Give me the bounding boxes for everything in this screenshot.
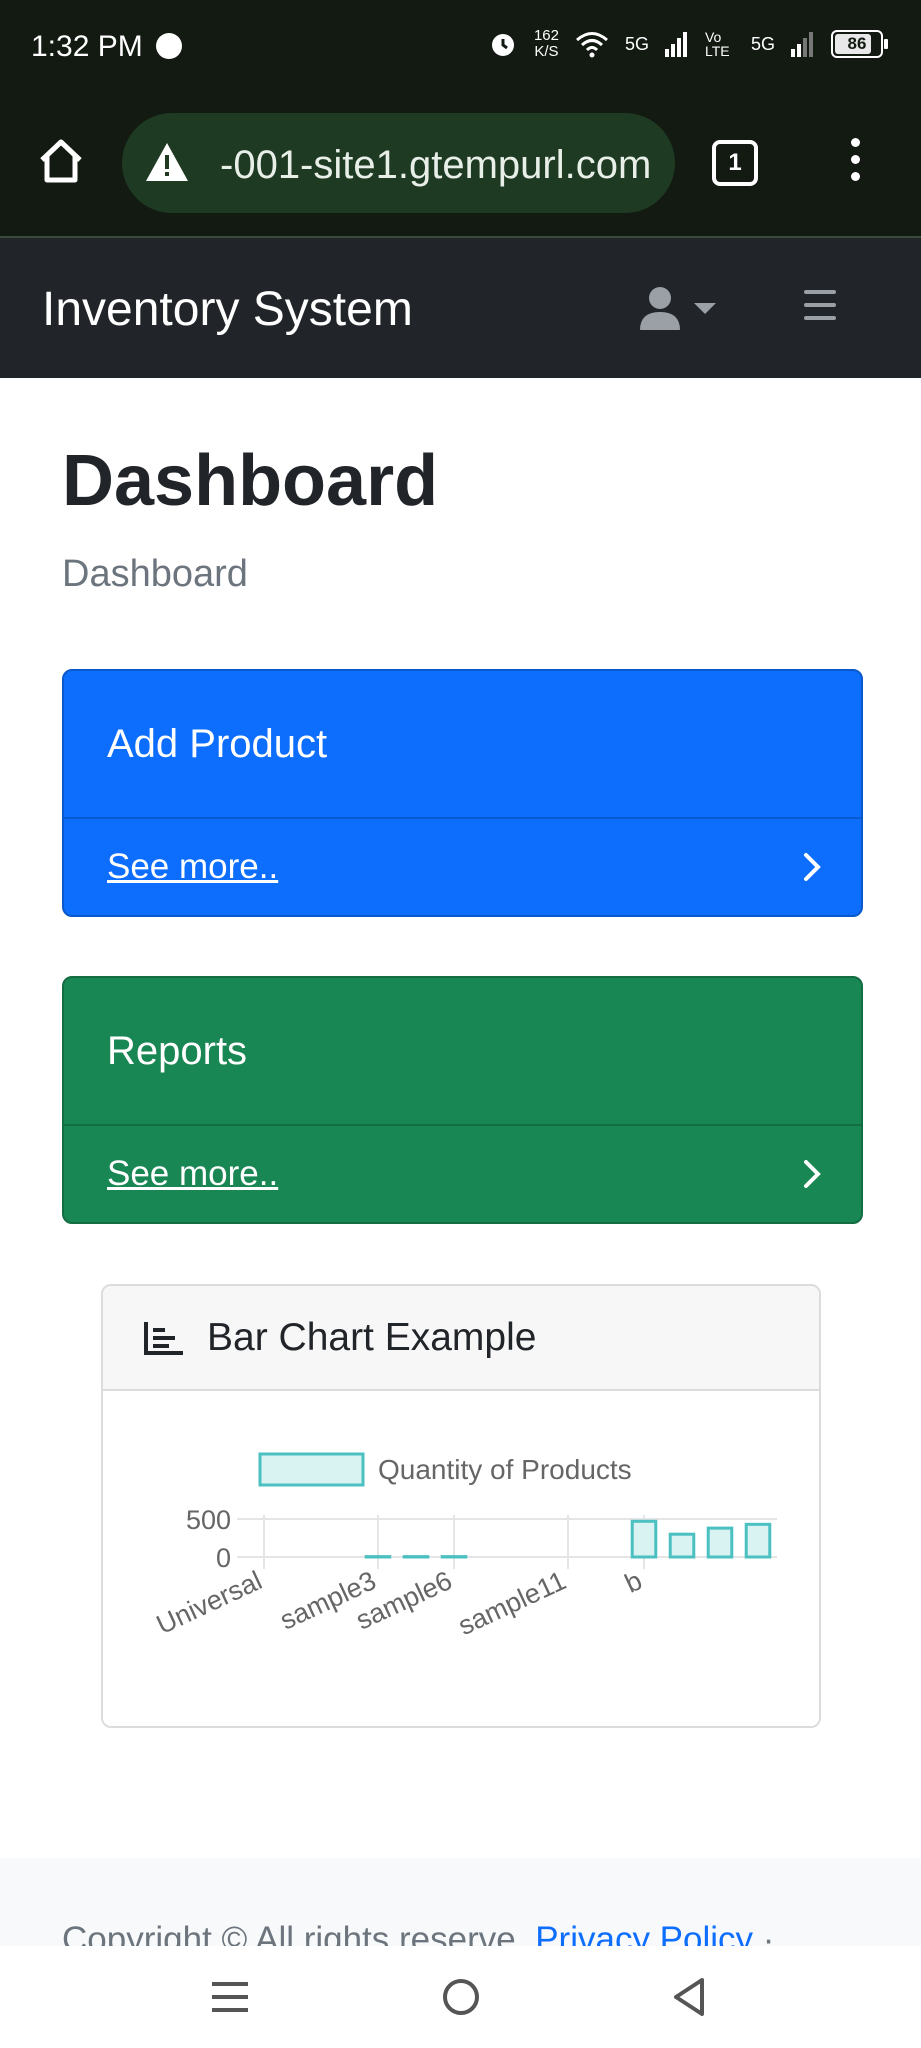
chevron-right-icon[interactable] — [803, 852, 821, 882]
caret-down-icon — [694, 302, 716, 314]
chart-card-header: Bar Chart Example — [103, 1286, 819, 1391]
sim2-label: 5G — [750, 33, 775, 54]
net-speed: 162 K/S — [533, 27, 559, 60]
legend-swatch — [258, 1452, 365, 1487]
y-tick-label: 0 — [216, 1543, 231, 1573]
bar — [744, 1522, 772, 1559]
recent-apps-icon[interactable] — [212, 1980, 248, 2014]
chart-area: Quantity of Products 0 500 Universal sample3… — [103, 1391, 819, 1726]
x-tick-label: b — [620, 1565, 646, 1599]
alarm-icon — [491, 34, 514, 56]
back-triangle-icon[interactable] — [672, 1977, 706, 2017]
chevron-right-icon[interactable] — [803, 1159, 821, 1189]
signal2-icon — [791, 32, 813, 57]
user-menu-toggle[interactable] — [640, 286, 716, 330]
bar-chart: Quantity of Products0500Universal sample3… — [152, 1452, 777, 1641]
card-title: Add Product — [107, 721, 328, 766]
home-icon[interactable] — [36, 136, 86, 186]
more-options-icon[interactable] — [851, 138, 860, 189]
user-icon — [640, 287, 680, 330]
card-footer: See more.. — [64, 817, 861, 915]
page-title: Dashboard — [62, 441, 439, 521]
system-navigation-bar — [0, 1946, 921, 2048]
wifi-icon — [575, 32, 608, 58]
card-footer: See more.. — [64, 1124, 861, 1222]
see-more-link[interactable]: See more.. — [107, 847, 278, 887]
browser-toolbar: -001-site1.gtempurl.com 1 — [0, 96, 921, 236]
signal-icon — [664, 32, 687, 57]
home-circle-icon[interactable] — [442, 1978, 480, 2016]
add-product-card: Add Product See more.. — [62, 669, 863, 917]
see-more-link[interactable]: See more.. — [107, 1154, 278, 1194]
reports-card: Reports See more.. — [62, 976, 863, 1224]
address-bar[interactable]: -001-site1.gtempurl.com — [122, 113, 675, 213]
sim1-label: 5G — [624, 33, 649, 54]
chart-card-title: Bar Chart Example — [207, 1315, 537, 1359]
bar — [706, 1526, 734, 1559]
app-navbar: Inventory System — [0, 238, 921, 378]
chart-bar-icon — [144, 1321, 183, 1355]
warning-icon[interactable] — [144, 141, 190, 183]
legend-label: Quantity of Products — [378, 1454, 632, 1485]
tab-switcher-button[interactable]: 1 — [712, 140, 758, 186]
status-bar: 1:32 PM 162 K/S 5G Vo LTE 5G 86 — [0, 0, 921, 96]
card-title: Reports — [107, 1028, 248, 1073]
x-tick-label: Universal — [152, 1565, 267, 1640]
bar — [668, 1532, 696, 1559]
status-time: 1:32 PM — [31, 30, 143, 63]
y-tick-label: 500 — [186, 1505, 231, 1535]
menu-toggle-icon[interactable] — [804, 290, 836, 329]
bar — [630, 1519, 658, 1559]
bar-chart-card: Bar Chart Example Quantity of Products 0 5… — [101, 1284, 821, 1728]
status-icons: 162 K/S 5G Vo LTE 5G 86 — [488, 27, 888, 60]
battery-level: 86 — [847, 34, 867, 53]
url-text[interactable]: -001-site1.gtempurl.com — [220, 143, 660, 188]
volte-label: Vo LTE — [704, 29, 730, 59]
x-tick-label: sample11 — [454, 1565, 571, 1641]
battery-icon: 86 — [831, 30, 888, 58]
messenger-icon — [156, 33, 182, 59]
brand-title[interactable]: Inventory System — [42, 282, 413, 337]
breadcrumb: Dashboard — [62, 553, 248, 595]
